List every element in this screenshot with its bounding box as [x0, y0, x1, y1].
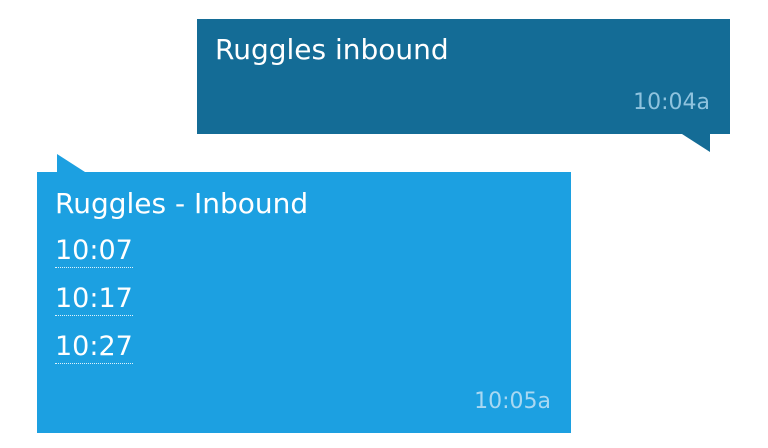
departure-time-link[interactable]: 10:07	[55, 235, 133, 268]
departure-time-link[interactable]: 10:27	[55, 331, 133, 364]
list-item: 10:27	[55, 330, 133, 378]
list-item: 10:17	[55, 282, 133, 330]
sent-message-bubble: Ruggles inbound 10:04a	[197, 19, 730, 152]
message-text: Ruggles - Inbound	[55, 187, 309, 220]
departure-time-link[interactable]: 10:17	[55, 283, 133, 316]
bubble-tail	[57, 154, 85, 172]
received-message-bubble: Ruggles - Inbound 10:07 10:17 10:27 10:0…	[37, 154, 571, 433]
message-text: Ruggles inbound	[215, 33, 449, 66]
message-timestamp: 10:04a	[633, 90, 710, 115]
message-timestamp: 10:05a	[474, 389, 551, 414]
message-thread: Ruggles inbound 10:04a Ruggles - Inbound…	[0, 0, 768, 448]
bubble-tail	[682, 134, 710, 152]
list-item: 10:07	[55, 234, 133, 282]
departure-time-list: 10:07 10:17 10:27	[55, 234, 133, 378]
